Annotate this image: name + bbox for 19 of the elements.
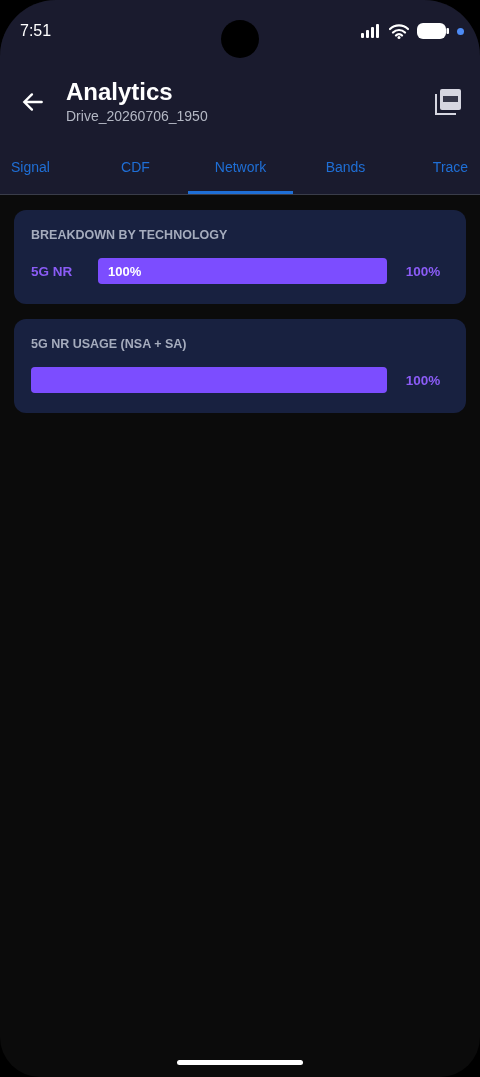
card-title: 5G NR USAGE (NSA + SA) — [31, 337, 188, 351]
tab[interactable]: Network — [188, 142, 293, 194]
card-title: BREAKDOWN BY TECHNOLOGY — [31, 228, 229, 242]
pdf-icon[interactable] — [434, 88, 462, 116]
tab[interactable]: Bands — [293, 142, 398, 194]
screen-subtitle: Drive_20260706_1950 — [66, 107, 209, 126]
signal-icon — [361, 24, 381, 38]
technology-label: 5G NR — [31, 263, 74, 279]
percent-value: 100% — [404, 263, 442, 279]
tab[interactable]: Signal — [0, 142, 83, 194]
notification-dot — [457, 27, 464, 35]
status-time: 7:51 — [20, 22, 52, 40]
wifi-icon — [389, 23, 409, 39]
battery-icon — [417, 23, 449, 39]
screen-title: Analytics — [66, 78, 174, 106]
bar-value: 100% — [108, 263, 142, 279]
tab[interactable]: CDF — [83, 142, 188, 194]
tab[interactable]: Trace — [398, 142, 480, 194]
percent-value: 100% — [404, 372, 442, 388]
